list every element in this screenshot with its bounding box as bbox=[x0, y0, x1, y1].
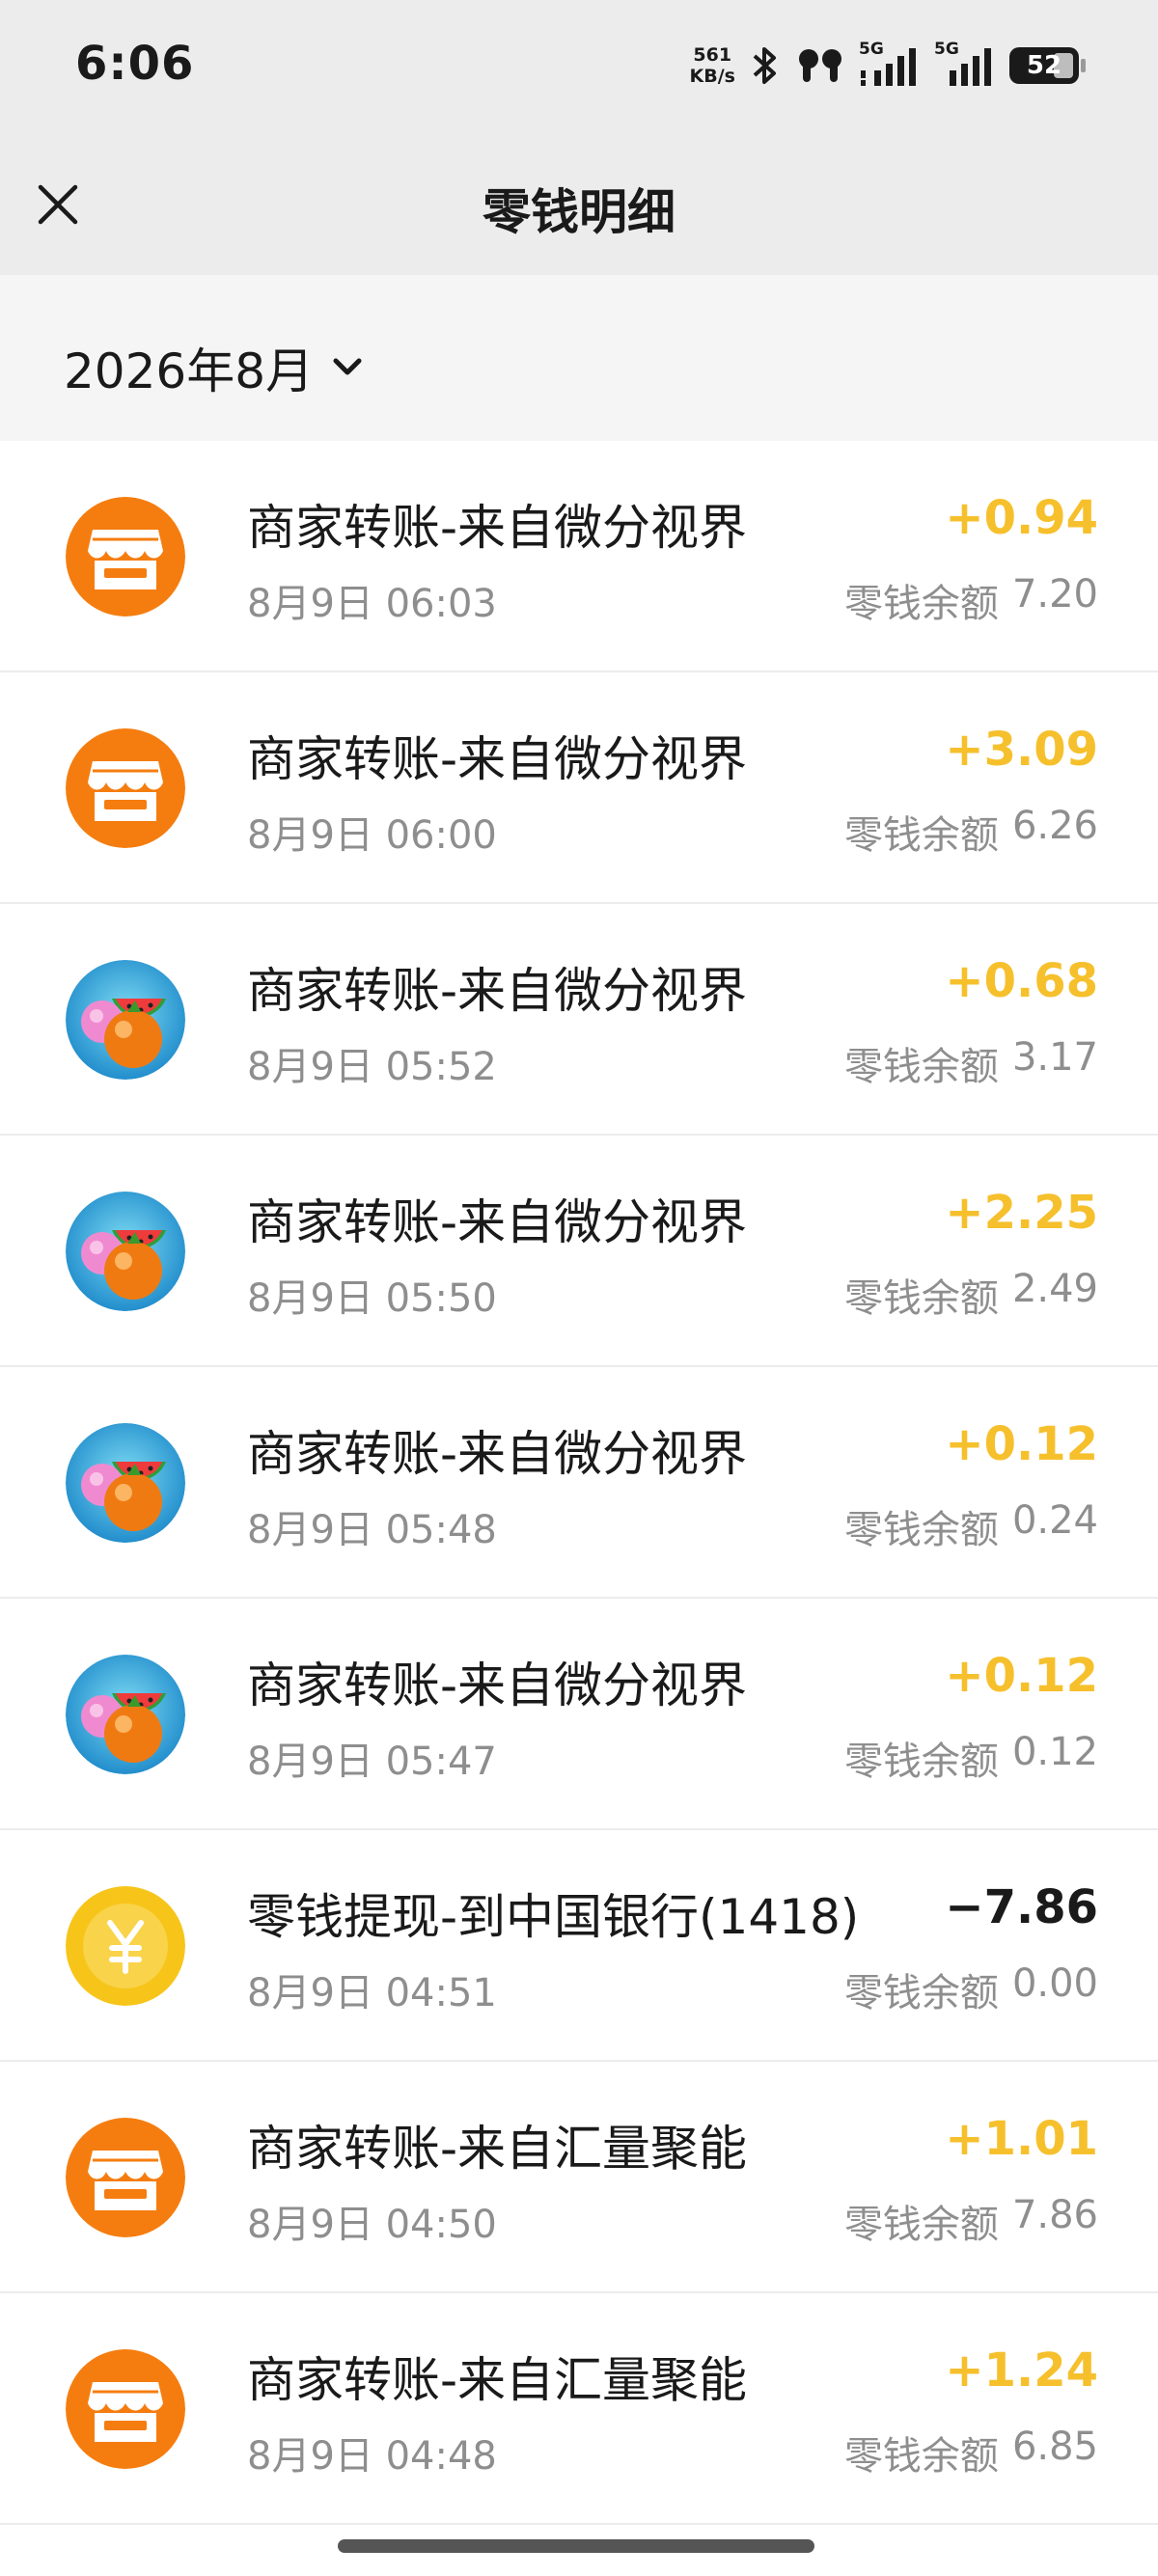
store-icon bbox=[66, 728, 185, 848]
network-speed-value: 561 bbox=[693, 44, 732, 66]
balance-value: 0.24 bbox=[1011, 1498, 1098, 1543]
transaction-title: 商家转账-来自微分视界 bbox=[247, 1194, 748, 1250]
transaction-row[interactable]: 商家转账-来自微分视界 8月9日 05:52 +0.68 零钱余额 3.17 bbox=[0, 904, 1158, 1136]
network-speed-unit: KB/s bbox=[689, 66, 735, 87]
transaction-title: 商家转账-来自微分视界 bbox=[247, 1658, 748, 1713]
transaction-title: 商家转账-来自微分视界 bbox=[247, 500, 748, 556]
transaction-amount: +3.09 bbox=[945, 723, 1098, 777]
transaction-row[interactable]: 商家转账-来自汇量聚能 8月9日 04:48 +1.24 零钱余额 6.85 bbox=[0, 2293, 1158, 2525]
balance-value: 7.20 bbox=[1011, 572, 1098, 617]
balance-label: 零钱余额 bbox=[843, 1971, 999, 2015]
fruit-icon bbox=[66, 1192, 185, 1311]
signal-network-label: 5G bbox=[859, 40, 884, 59]
store-icon bbox=[66, 2349, 185, 2469]
balance-label: 零钱余额 bbox=[843, 2434, 999, 2479]
transaction-balance: 零钱余额 0.00 bbox=[844, 1961, 1098, 2017]
signal-network-label: 5G bbox=[934, 40, 959, 59]
transaction-row[interactable]: 商家转账-来自微分视界 8月9日 05:50 +2.25 零钱余额 2.49 bbox=[0, 1136, 1158, 1367]
transaction-amount: −7.86 bbox=[945, 1880, 1098, 1934]
balance-value: 3.17 bbox=[1011, 1035, 1098, 1080]
bluetooth-icon bbox=[749, 43, 782, 88]
row-divider bbox=[0, 2523, 1158, 2525]
header: 零钱明细 bbox=[0, 135, 1158, 275]
signal-icon: 5G bbox=[934, 40, 996, 88]
balance-label: 零钱余额 bbox=[843, 813, 999, 858]
balance-label: 零钱余额 bbox=[843, 1045, 999, 1089]
transaction-time: 8月9日 06:00 bbox=[247, 813, 497, 858]
transaction-amount: +1.01 bbox=[945, 2112, 1098, 2166]
transaction-amount: +0.68 bbox=[945, 954, 1098, 1008]
transaction-balance: 零钱余额 3.17 bbox=[844, 1035, 1098, 1091]
transaction-time: 8月9日 06:03 bbox=[247, 582, 497, 626]
balance-value: 6.26 bbox=[1011, 804, 1098, 848]
transaction-amount: +2.25 bbox=[945, 1186, 1098, 1240]
transaction-amount: +0.12 bbox=[945, 1417, 1098, 1471]
transaction-row[interactable]: 商家转账-来自微分视界 8月9日 06:00 +3.09 零钱余额 6.26 bbox=[0, 672, 1158, 904]
chevron-down-icon bbox=[333, 358, 362, 375]
balance-value: 0.12 bbox=[1011, 1730, 1098, 1774]
month-label: 2026年8月 bbox=[64, 343, 315, 399]
transaction-balance: 零钱余额 0.24 bbox=[844, 1498, 1098, 1554]
transaction-row[interactable]: 商家转账-来自微分视界 8月9日 05:47 +0.12 零钱余额 0.12 bbox=[0, 1599, 1158, 1830]
status-time: 6:06 bbox=[75, 37, 195, 91]
transaction-time: 8月9日 05:52 bbox=[247, 1045, 497, 1089]
balance-label: 零钱余额 bbox=[843, 1508, 999, 1552]
balance-label: 零钱余额 bbox=[843, 2203, 999, 2247]
transaction-time: 8月9日 05:47 bbox=[247, 1740, 497, 1784]
transaction-row[interactable]: 零钱提现-到中国银行(1418) 8月9日 04:51 −7.86 零钱余额 0.00 bbox=[0, 1830, 1158, 2062]
balance-value: 7.86 bbox=[1011, 2193, 1098, 2237]
transaction-amount: +0.94 bbox=[945, 491, 1098, 545]
battery-icon: 52 bbox=[1009, 47, 1086, 84]
balance-value: 0.00 bbox=[1011, 1961, 1098, 2006]
month-filter-bar: 2026年8月 bbox=[0, 275, 1158, 441]
transaction-time: 8月9日 05:48 bbox=[247, 1508, 497, 1552]
transaction-balance: 零钱余额 6.85 bbox=[844, 2425, 1098, 2480]
transaction-balance: 零钱余额 0.12 bbox=[844, 1730, 1098, 1786]
transaction-time: 8月9日 04:51 bbox=[247, 1971, 497, 2015]
balance-label: 零钱余额 bbox=[843, 582, 999, 626]
transaction-time: 8月9日 04:50 bbox=[247, 2203, 497, 2247]
transaction-list: 商家转账-来自微分视界 8月9日 06:03 +0.94 零钱余额 7.20 商家转账-… bbox=[0, 441, 1158, 2525]
month-selector[interactable]: 2026年8月 bbox=[64, 333, 364, 402]
signal-icon: 5G bbox=[859, 40, 921, 88]
transaction-title: 商家转账-来自微分视界 bbox=[247, 963, 748, 1019]
transaction-title: 零钱提现-到中国银行(1418) bbox=[247, 1889, 860, 1945]
transaction-time: 8月9日 05:50 bbox=[247, 1276, 497, 1321]
transaction-row[interactable]: 商家转账-来自汇量聚能 8月9日 04:50 +1.01 零钱余额 7.86 bbox=[0, 2062, 1158, 2293]
balance-value: 6.85 bbox=[1011, 2425, 1098, 2469]
store-icon bbox=[66, 497, 185, 617]
transaction-amount: +1.24 bbox=[945, 2343, 1098, 2398]
transaction-title: 商家转账-来自微分视界 bbox=[247, 1426, 748, 1482]
battery-level: 52 bbox=[1026, 51, 1062, 80]
transaction-title: 商家转账-来自汇量聚能 bbox=[247, 2121, 748, 2177]
fruit-icon bbox=[66, 1655, 185, 1774]
transaction-time: 8月9日 04:48 bbox=[247, 2434, 497, 2479]
yuan-coin-icon bbox=[66, 1886, 185, 2006]
transaction-balance: 零钱余额 2.49 bbox=[844, 1267, 1098, 1323]
status-icons: 561 KB/s 5G 5G 52 bbox=[690, 39, 1086, 93]
balance-label: 零钱余额 bbox=[843, 1740, 999, 1784]
status-bar: 6:06 561 KB/s 5G 5G 52 bbox=[0, 0, 1158, 135]
transaction-title: 商家转账-来自微分视界 bbox=[247, 731, 748, 787]
transaction-amount: +0.12 bbox=[945, 1649, 1098, 1703]
transaction-title: 商家转账-来自汇量聚能 bbox=[247, 2352, 748, 2408]
balance-label: 零钱余额 bbox=[843, 1276, 999, 1321]
store-icon bbox=[66, 2118, 185, 2237]
transaction-balance: 零钱余额 6.26 bbox=[844, 804, 1098, 860]
transaction-balance: 零钱余额 7.20 bbox=[844, 572, 1098, 628]
transaction-row[interactable]: 商家转账-来自微分视界 8月9日 06:03 +0.94 零钱余额 7.20 bbox=[0, 441, 1158, 672]
home-indicator[interactable] bbox=[338, 2539, 814, 2553]
fruit-icon bbox=[66, 960, 185, 1080]
transaction-balance: 零钱余额 7.86 bbox=[844, 2193, 1098, 2249]
balance-value: 2.49 bbox=[1011, 1267, 1098, 1311]
earbuds-icon bbox=[795, 43, 845, 88]
transaction-row[interactable]: 商家转账-来自微分视界 8月9日 05:48 +0.12 零钱余额 0.24 bbox=[0, 1367, 1158, 1599]
page-title: 零钱明细 bbox=[482, 184, 676, 240]
network-speed: 561 KB/s bbox=[690, 44, 735, 87]
fruit-icon bbox=[66, 1423, 185, 1543]
